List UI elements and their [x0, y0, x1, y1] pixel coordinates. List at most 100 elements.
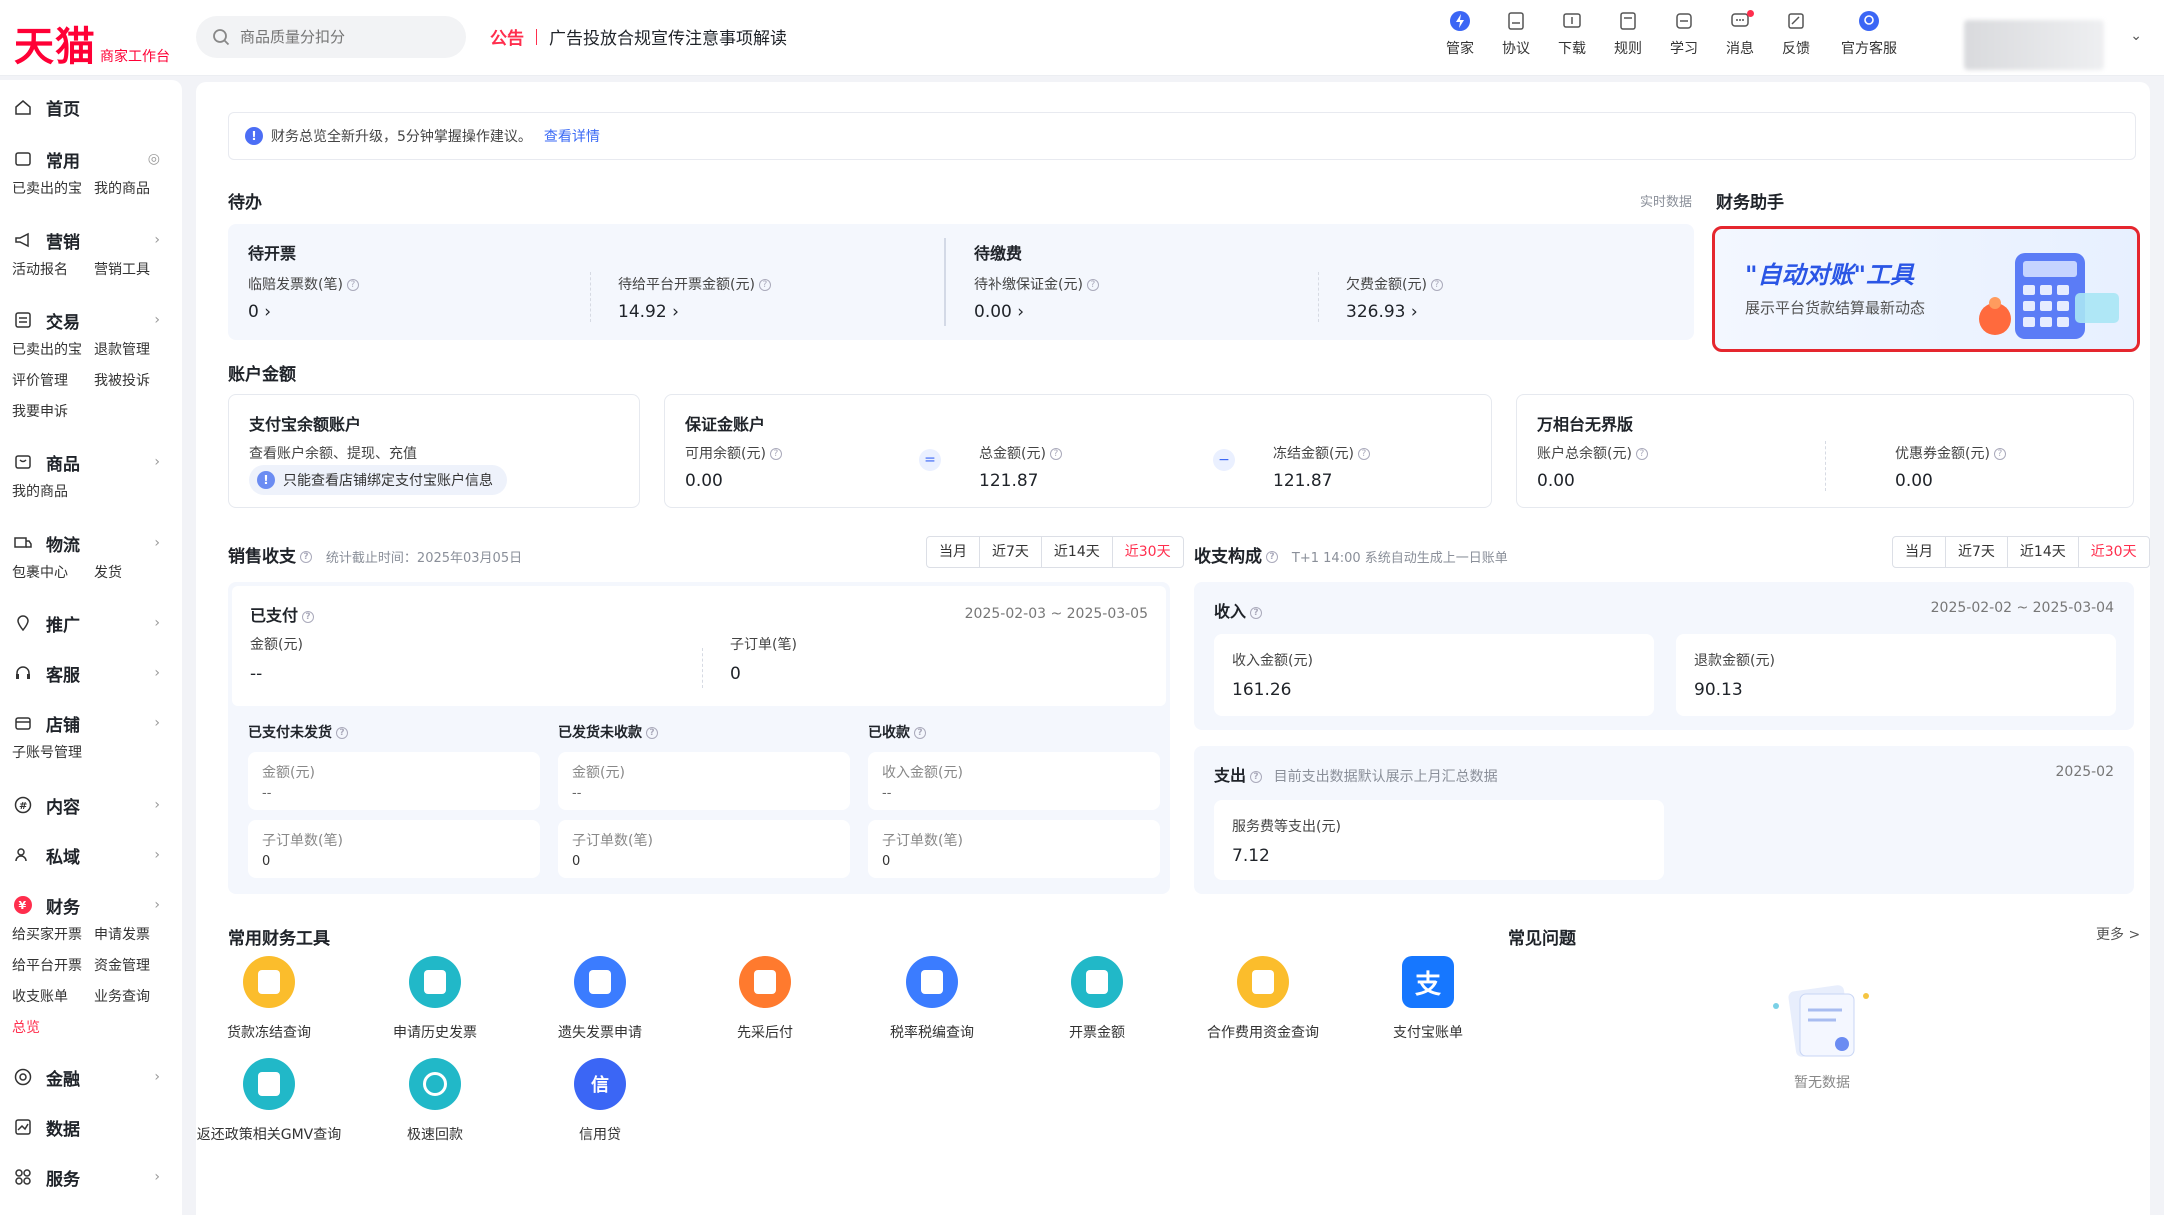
help-icon[interactable]: ?	[1993, 448, 2006, 460]
search-input[interactable]	[238, 27, 438, 47]
tool-official-support[interactable]: 官方客服	[1824, 10, 1914, 58]
help-icon[interactable]: ?	[758, 279, 771, 291]
tool-guanjia[interactable]: 管家	[1432, 10, 1488, 58]
sidebar-item-marketing[interactable]: 营销 › 活动报名 营销工具	[0, 225, 182, 286]
tool-agreement[interactable]: 协议	[1488, 10, 1544, 58]
sidebar-item-promotion[interactable]: 推广 ›	[0, 608, 182, 638]
tool-fast-payment[interactable]: 极速回款	[355, 1058, 515, 1144]
nav-sub-item[interactable]: 我的商品	[12, 477, 94, 508]
nav-sub-item[interactable]: 申请发票	[94, 920, 176, 951]
nav-sub-item[interactable]: 营销工具	[94, 255, 176, 286]
sidebar-item-private[interactable]: 私域 ›	[0, 840, 182, 870]
tool-feedback[interactable]: 反馈	[1768, 10, 1824, 58]
tool-invoice-amount[interactable]: 开票金额	[1017, 956, 1177, 1042]
sidebar-item-services[interactable]: 服务 ›	[0, 1162, 182, 1192]
tool-rebate-gmv-query[interactable]: 返还政策相关GMV查询	[189, 1058, 349, 1144]
help-icon[interactable]: ?	[1250, 606, 1263, 619]
todo-metric-value[interactable]: 14.92 ›	[618, 302, 679, 322]
alipay-account-card[interactable]: 支付宝余额账户 查看账户余额、提现、充值 ! 只能查看店铺绑定支付宝账户信息	[228, 394, 640, 508]
faq-more-link[interactable]: 更多 >	[2096, 924, 2140, 944]
range-option-active[interactable]: 近30天	[1113, 537, 1183, 567]
sidebar-item-customer-service[interactable]: 客服 ›	[0, 658, 182, 688]
chevron-down-icon[interactable]: ⌄	[2130, 28, 2142, 44]
sidebar-item-trade[interactable]: 交易 › 已卖出的宝 退款管理 评价管理 我被投诉 我要申诉	[0, 305, 182, 428]
nav-sub-item[interactable]: 我被投诉	[94, 366, 176, 397]
nav-sub-item[interactable]: 已卖出的宝	[12, 174, 94, 205]
help-icon[interactable]: ?	[346, 279, 359, 291]
search-box[interactable]	[196, 16, 466, 58]
help-icon[interactable]: ?	[302, 610, 315, 623]
tool-download[interactable]: 下载	[1544, 10, 1600, 58]
user-avatar-blurred[interactable]	[1964, 20, 2104, 70]
nav-sub-item[interactable]: 退款管理	[94, 335, 176, 366]
sales-range-selector[interactable]: 当月 近7天 近14天 近30天	[926, 536, 1184, 568]
nav-sub-item[interactable]: 我要申诉	[12, 397, 94, 428]
help-icon[interactable]: ?	[1049, 448, 1062, 460]
sidebar-item-home[interactable]: 首页	[0, 92, 182, 122]
nav-sub-item[interactable]: 已卖出的宝	[12, 335, 94, 366]
todo-metric-value[interactable]: 0.00 ›	[974, 302, 1024, 322]
help-icon[interactable]: ?	[1266, 551, 1278, 563]
sidebar-item-content[interactable]: # 内容 ›	[0, 790, 182, 820]
sidebar-item-logistics[interactable]: 物流 › 包裹中心 发货	[0, 528, 182, 589]
sidebar-item-common[interactable]: 常用 ◎ 已卖出的宝 我的商品	[0, 144, 182, 205]
notice-text[interactable]: 广告投放合规宣传注意事项解读	[549, 24, 787, 49]
tool-frozen-payment-query[interactable]: 货款冻结查询	[189, 956, 349, 1042]
nav-sub-item[interactable]: 收支账单	[12, 982, 94, 1013]
tool-lost-invoice[interactable]: 遗失发票申请	[520, 956, 680, 1042]
tmall-logo[interactable]: 天猫 商家工作台	[14, 14, 170, 72]
nav-sub-item-active[interactable]: 总览	[12, 1013, 94, 1044]
composition-range-selector[interactable]: 当月 近7天 近14天 近30天	[1892, 536, 2150, 568]
help-icon[interactable]: ?	[300, 551, 312, 563]
nav-sub-item[interactable]: 业务查询	[94, 982, 176, 1013]
settings-icon[interactable]: ◎	[148, 151, 160, 167]
nav-sub-item[interactable]: 评价管理	[12, 366, 94, 397]
sidebar-item-jinrong[interactable]: 金融 ›	[0, 1062, 182, 1092]
range-option[interactable]: 近7天	[1946, 537, 2008, 567]
nav-sub-item[interactable]: 发货	[94, 558, 176, 589]
sidebar-item-goods[interactable]: 商品 › 我的商品	[0, 447, 182, 508]
range-option[interactable]: 近14天	[1042, 537, 1113, 567]
tool-history-invoice[interactable]: 申请历史发票	[355, 956, 515, 1042]
view-details-link[interactable]: 查看详情	[544, 126, 600, 146]
range-option[interactable]: 当月	[1893, 537, 1946, 567]
tool-credit-loan[interactable]: 信 信用贷	[520, 1058, 680, 1144]
range-option[interactable]: 近14天	[2008, 537, 2079, 567]
tool-partner-fee-query[interactable]: 合作费用资金查询	[1183, 956, 1343, 1042]
fee-title: 待缴费	[974, 244, 1023, 263]
sales-title-text: 销售收支	[228, 547, 296, 567]
sidebar-item-data[interactable]: 数据	[0, 1112, 182, 1142]
range-option[interactable]: 当月	[927, 537, 980, 567]
help-icon[interactable]: ?	[646, 727, 658, 739]
tool-alipay-bill[interactable]: 支 支付宝账单	[1348, 956, 1508, 1042]
todo-metric-value[interactable]: 326.93 ›	[1346, 302, 1418, 322]
nav-sub-item[interactable]: 我的商品	[94, 174, 176, 205]
range-option[interactable]: 近7天	[980, 537, 1042, 567]
sidebar-item-shop[interactable]: 店铺 › 子账号管理	[0, 708, 182, 769]
nav-sub-item[interactable]: 活动报名	[12, 255, 94, 286]
tool-study[interactable]: 学习	[1656, 10, 1712, 58]
tool-buy-now-pay-later[interactable]: 先采后付	[685, 956, 845, 1042]
todo-metric-value[interactable]: 0 ›	[248, 302, 271, 322]
help-icon[interactable]: ?	[1086, 279, 1099, 291]
help-icon[interactable]: ?	[1430, 279, 1443, 291]
help-icon[interactable]: ?	[336, 727, 348, 739]
sidebar-item-finance[interactable]: ¥ 财务 › 给买家开票 申请发票 给平台开票 资金管理 收支账单 业务查询 总览	[0, 890, 182, 1044]
nav-sub-item[interactable]: 资金管理	[94, 951, 176, 982]
help-icon[interactable]: ?	[769, 448, 782, 460]
nav-sub-item[interactable]: 包裹中心	[12, 558, 94, 589]
tool-tax-query[interactable]: 税率税编查询	[852, 956, 1012, 1042]
help-icon[interactable]: ?	[1357, 448, 1370, 460]
help-icon[interactable]: ?	[1250, 770, 1263, 783]
nav-sub-item[interactable]: 给平台开票	[12, 951, 94, 982]
help-icon[interactable]: ?	[1635, 448, 1648, 460]
tool-message[interactable]: 消息	[1712, 10, 1768, 58]
announcement[interactable]: 公告 广告投放合规宣传注意事项解读	[490, 24, 787, 49]
nav-sub-item[interactable]: 子账号管理	[12, 738, 132, 769]
nav-sub-item[interactable]: 给买家开票	[12, 920, 94, 951]
auto-reconcile-banner[interactable]: "自动对账"工具 展示平台货款结算最新动态	[1712, 226, 2140, 352]
lightning-icon	[1449, 10, 1471, 32]
range-option-active[interactable]: 近30天	[2079, 537, 2149, 567]
tool-rules[interactable]: 规则	[1600, 10, 1656, 58]
help-icon[interactable]: ?	[914, 727, 926, 739]
